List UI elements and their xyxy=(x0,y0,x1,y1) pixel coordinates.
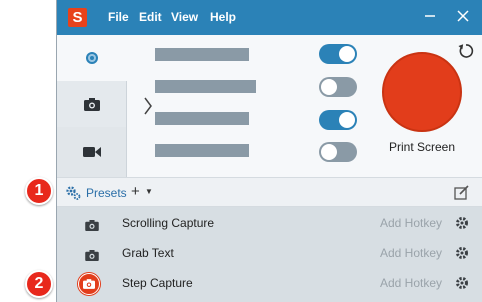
camera-icon xyxy=(83,97,100,111)
video-camera-icon xyxy=(82,147,101,157)
tab-all-in-one[interactable] xyxy=(57,35,127,81)
capture-type-tabs xyxy=(57,35,127,177)
menu-help[interactable]: Help xyxy=(210,10,236,24)
chevron-down-icon[interactable]: ▼ xyxy=(145,187,153,196)
camera-icon xyxy=(85,218,99,236)
presets-bar: Presets + ▼ xyxy=(57,177,482,207)
presets-label[interactable]: Presets xyxy=(86,186,127,200)
gear-icon[interactable] xyxy=(455,276,469,295)
minimize-icon xyxy=(425,15,435,17)
menu-edit[interactable]: Edit xyxy=(139,10,162,24)
app-logo-icon: S xyxy=(68,8,87,27)
gear-icon[interactable] xyxy=(455,246,469,265)
capture-button[interactable] xyxy=(382,52,462,132)
gear-icon[interactable] xyxy=(455,216,469,235)
menu-view[interactable]: View xyxy=(171,10,198,24)
toggle-knob xyxy=(339,112,355,128)
camera-icon xyxy=(83,279,95,289)
minimize-button[interactable] xyxy=(419,7,441,29)
menu-file[interactable]: File xyxy=(108,10,129,24)
callout-badge-1: 1 xyxy=(25,177,53,205)
setting-placeholder-3 xyxy=(155,112,249,125)
title-bar: S File Edit View Help xyxy=(57,0,482,35)
add-preset-button[interactable]: + xyxy=(131,183,140,200)
add-hotkey-link[interactable]: Add Hotkey xyxy=(380,216,442,230)
add-hotkey-link[interactable]: Add Hotkey xyxy=(380,246,442,260)
tab-image[interactable] xyxy=(57,81,127,127)
setting-toggle-4[interactable] xyxy=(319,142,357,162)
edit-icon[interactable] xyxy=(454,185,469,205)
preset-name: Grab Text xyxy=(122,246,174,260)
step-capture-highlight xyxy=(78,273,100,295)
capture-hotkey-label: Print Screen xyxy=(388,140,456,154)
presets-gear-icon[interactable] xyxy=(65,185,81,206)
setting-toggle-3[interactable] xyxy=(319,110,357,130)
snagit-capture-window: S File Edit View Help Print Screen Prese… xyxy=(56,0,482,302)
expand-chevron-icon[interactable] xyxy=(143,96,153,122)
toggle-knob xyxy=(339,46,355,62)
list-item[interactable]: Grab Text Add Hotkey xyxy=(57,238,482,268)
list-item[interactable]: Scrolling Capture Add Hotkey xyxy=(57,208,482,238)
setting-placeholder-2 xyxy=(155,80,256,93)
setting-placeholder-4 xyxy=(155,144,249,157)
close-icon xyxy=(457,10,469,22)
setting-toggle-2[interactable] xyxy=(319,77,357,97)
preset-name: Step Capture xyxy=(122,276,193,290)
preset-name: Scrolling Capture xyxy=(122,216,215,230)
setting-placeholder-1 xyxy=(155,48,249,61)
list-item[interactable]: Step Capture Add Hotkey xyxy=(57,268,482,298)
tab-video[interactable] xyxy=(57,127,127,177)
close-button[interactable] xyxy=(452,7,474,29)
presets-list: Scrolling Capture Add Hotkey Grab Text A… xyxy=(57,207,482,302)
toggle-knob xyxy=(321,79,337,95)
callout-badge-2: 2 xyxy=(25,270,53,298)
setting-toggle-1[interactable] xyxy=(319,44,357,64)
camera-icon xyxy=(85,248,99,266)
add-hotkey-link[interactable]: Add Hotkey xyxy=(380,276,442,290)
reset-icon[interactable] xyxy=(456,41,476,61)
toggle-knob xyxy=(321,144,337,160)
target-icon xyxy=(86,52,98,64)
